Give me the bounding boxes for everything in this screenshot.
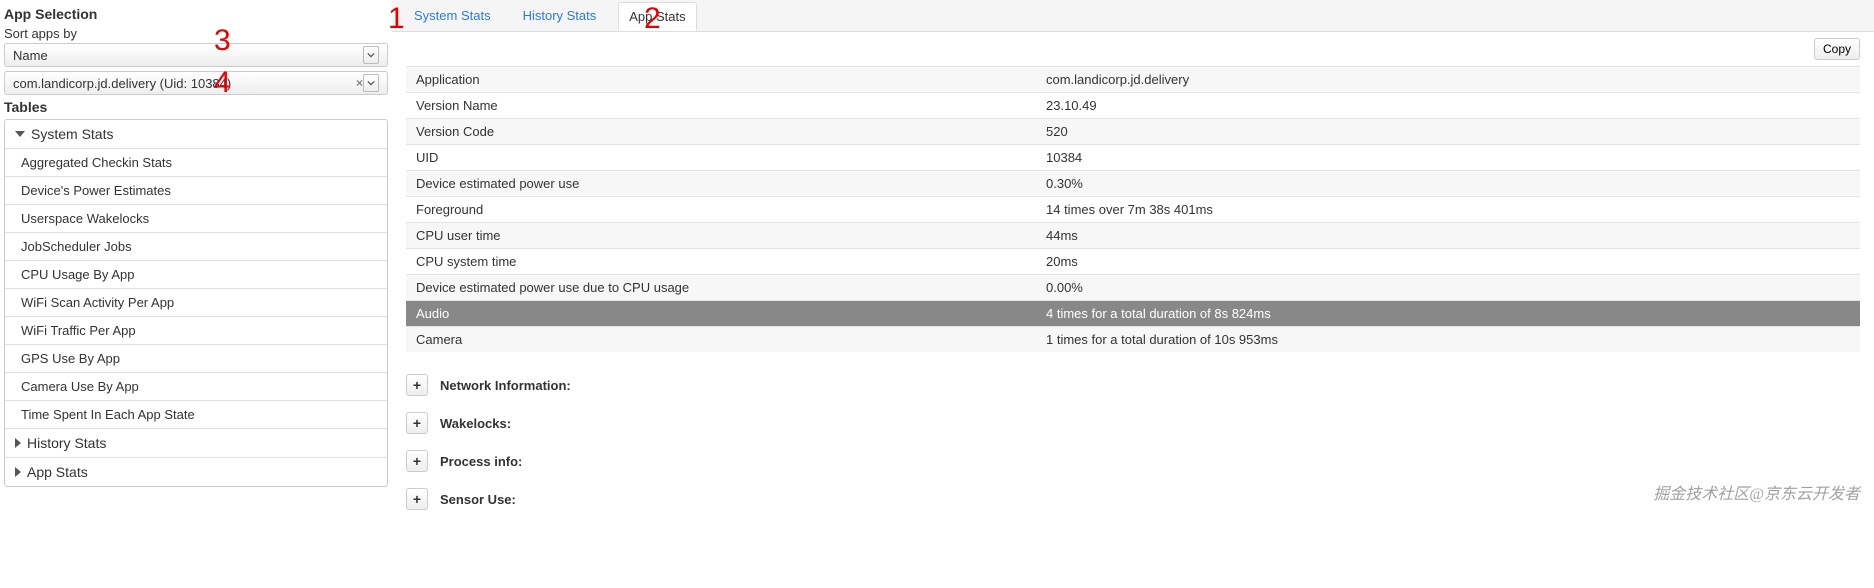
tree-item-gps-use[interactable]: GPS Use By App — [5, 345, 387, 373]
sort-by-dropdown[interactable]: Name — [4, 43, 388, 67]
tree-item-jobscheduler[interactable]: JobScheduler Jobs — [5, 233, 387, 261]
tree-item-camera-use[interactable]: Camera Use By App — [5, 373, 387, 401]
tab-history-stats[interactable]: History Stats — [513, 2, 607, 29]
table-row[interactable]: Camera1 times for a total duration of 10… — [406, 327, 1860, 353]
sort-by-value: Name — [13, 48, 48, 63]
tree-label: History Stats — [27, 435, 106, 451]
tree-group-system-stats[interactable]: System Stats — [5, 120, 387, 149]
tab-system-stats[interactable]: System Stats — [404, 2, 501, 29]
table-cell-value: 44ms — [1036, 223, 1860, 249]
tree-label: Aggregated Checkin Stats — [21, 155, 172, 170]
tree-label: WiFi Traffic Per App — [21, 323, 136, 338]
table-row[interactable]: Device estimated power use0.30% — [406, 171, 1860, 197]
accordion-label: Process info: — [440, 454, 522, 469]
chevron-down-icon — [15, 131, 25, 137]
app-stats-table: Applicationcom.landicorp.jd.deliveryVers… — [406, 66, 1860, 352]
tree-label: App Stats — [27, 464, 88, 480]
table-cell-value: 0.30% — [1036, 171, 1860, 197]
tree-label: WiFi Scan Activity Per App — [21, 295, 174, 310]
tree-item-power-estimates[interactable]: Device's Power Estimates — [5, 177, 387, 205]
app-select-value: com.landicorp.jd.delivery (Uid: 10384) — [13, 76, 231, 91]
accordion-header[interactable]: + Wakelocks: — [406, 404, 1860, 442]
tables-heading: Tables — [4, 99, 388, 115]
accordion-header[interactable]: + Process info: — [406, 442, 1860, 480]
table-cell-key: Version Code — [406, 119, 1036, 145]
table-row[interactable]: Version Code520 — [406, 119, 1860, 145]
app-select-dropdown[interactable]: com.landicorp.jd.delivery (Uid: 10384) × — [4, 71, 388, 95]
table-cell-key: CPU user time — [406, 223, 1036, 249]
table-cell-value: 14 times over 7m 38s 401ms — [1036, 197, 1860, 223]
plus-icon[interactable]: + — [406, 412, 428, 434]
table-row[interactable]: Device estimated power use due to CPU us… — [406, 275, 1860, 301]
table-cell-key: UID — [406, 145, 1036, 171]
tree-label: JobScheduler Jobs — [21, 239, 132, 254]
plus-icon[interactable]: + — [406, 488, 428, 510]
tree-label: GPS Use By App — [21, 351, 120, 366]
table-cell-key: Camera — [406, 327, 1036, 353]
accordion-label: Sensor Use: — [440, 492, 516, 507]
table-cell-key: Audio — [406, 301, 1036, 327]
tree-group-history-stats[interactable]: History Stats — [5, 429, 387, 458]
chevron-right-icon — [15, 467, 21, 477]
table-row[interactable]: Foreground14 times over 7m 38s 401ms — [406, 197, 1860, 223]
table-cell-key: Foreground — [406, 197, 1036, 223]
tree-item-cpu-usage[interactable]: CPU Usage By App — [5, 261, 387, 289]
tree-item-wifi-traffic[interactable]: WiFi Traffic Per App — [5, 317, 387, 345]
tree-label: Time Spent In Each App State — [21, 407, 195, 422]
table-cell-value: 23.10.49 — [1036, 93, 1860, 119]
tree-item-userspace-wakelocks[interactable]: Userspace Wakelocks — [5, 205, 387, 233]
table-row[interactable]: Applicationcom.landicorp.jd.delivery — [406, 67, 1860, 93]
table-cell-key: Application — [406, 67, 1036, 93]
tab-app-stats[interactable]: App Stats — [618, 2, 696, 31]
watermark-text: 掘金技术社区@京东云开发者 — [1653, 480, 1860, 504]
tree-label: System Stats — [31, 126, 113, 142]
tab-bar: System Stats History Stats App Stats — [392, 0, 1874, 32]
table-cell-key: Device estimated power use due to CPU us… — [406, 275, 1036, 301]
table-cell-value: 1 times for a total duration of 10s 953m… — [1036, 327, 1860, 353]
tables-tree: System Stats Aggregated Checkin Stats De… — [4, 119, 388, 487]
table-row[interactable]: Version Name23.10.49 — [406, 93, 1860, 119]
accordion-header[interactable]: + Sensor Use: — [406, 480, 1860, 518]
tree-group-app-stats[interactable]: App Stats — [5, 458, 387, 486]
accordion-header[interactable]: + Network Information: — [406, 366, 1860, 404]
tree-item-time-spent[interactable]: Time Spent In Each App State — [5, 401, 387, 429]
table-row[interactable]: UID10384 — [406, 145, 1860, 171]
plus-icon[interactable]: + — [406, 450, 428, 472]
chevron-down-icon — [363, 46, 379, 64]
table-cell-value: com.landicorp.jd.delivery — [1036, 67, 1860, 93]
table-cell-key: CPU system time — [406, 249, 1036, 275]
chevron-down-icon — [363, 74, 379, 92]
table-row[interactable]: CPU user time44ms — [406, 223, 1860, 249]
tree-item-wifi-scan[interactable]: WiFi Scan Activity Per App — [5, 289, 387, 317]
table-cell-value: 10384 — [1036, 145, 1860, 171]
accordion-label: Wakelocks: — [440, 416, 511, 431]
tree-label: Device's Power Estimates — [21, 183, 171, 198]
table-row[interactable]: Audio4 times for a total duration of 8s … — [406, 301, 1860, 327]
table-cell-value: 4 times for a total duration of 8s 824ms — [1036, 301, 1860, 327]
table-cell-value: 520 — [1036, 119, 1860, 145]
copy-button[interactable]: Copy — [1814, 38, 1860, 60]
table-cell-value: 20ms — [1036, 249, 1860, 275]
clear-icon[interactable]: × — [356, 76, 363, 90]
tree-label: CPU Usage By App — [21, 267, 134, 282]
table-cell-value: 0.00% — [1036, 275, 1860, 301]
accordion-label: Network Information: — [440, 378, 571, 393]
tree-label: Userspace Wakelocks — [21, 211, 149, 226]
tree-item-aggregated-checkin[interactable]: Aggregated Checkin Stats — [5, 149, 387, 177]
chevron-right-icon — [15, 438, 21, 448]
sort-apps-by-label: Sort apps by — [4, 26, 388, 41]
table-row[interactable]: CPU system time20ms — [406, 249, 1860, 275]
tree-label: Camera Use By App — [21, 379, 139, 394]
app-selection-heading: App Selection — [4, 6, 388, 22]
table-cell-key: Device estimated power use — [406, 171, 1036, 197]
plus-icon[interactable]: + — [406, 374, 428, 396]
table-cell-key: Version Name — [406, 93, 1036, 119]
